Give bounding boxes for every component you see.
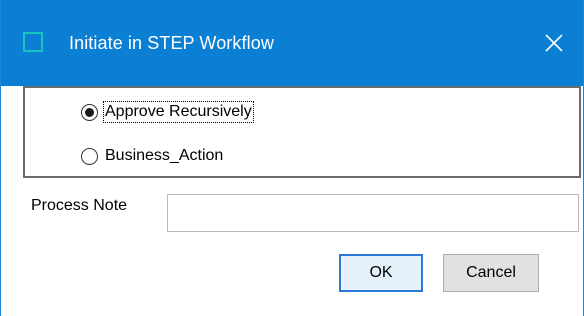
window-square-icon <box>23 32 43 52</box>
process-note-label: Process Note <box>31 197 128 214</box>
close-button[interactable] <box>527 20 583 66</box>
close-x-icon <box>545 34 563 52</box>
dialog-title: Initiate in STEP Workflow <box>69 33 274 53</box>
radio-unselected-icon[interactable] <box>81 147 98 165</box>
radio-approve-recursively[interactable]: Approve Recursively <box>81 100 254 124</box>
process-note-input[interactable] <box>167 194 579 232</box>
ok-button[interactable]: OK <box>339 254 423 292</box>
radio-business-action[interactable]: Business_Action <box>81 144 224 168</box>
dialog-window: Initiate in STEP Workflow Approve Recurs… <box>0 0 584 316</box>
cancel-button[interactable]: Cancel <box>443 254 539 292</box>
workflow-options-group: Approve Recursively Business_Action <box>23 86 581 178</box>
radio-label-approve-recursively[interactable]: Approve Recursively <box>103 101 254 123</box>
title-bar: Initiate in STEP Workflow <box>1 0 583 86</box>
radio-label-business-action[interactable]: Business_Action <box>104 146 224 166</box>
radio-selected-icon[interactable] <box>81 103 98 121</box>
